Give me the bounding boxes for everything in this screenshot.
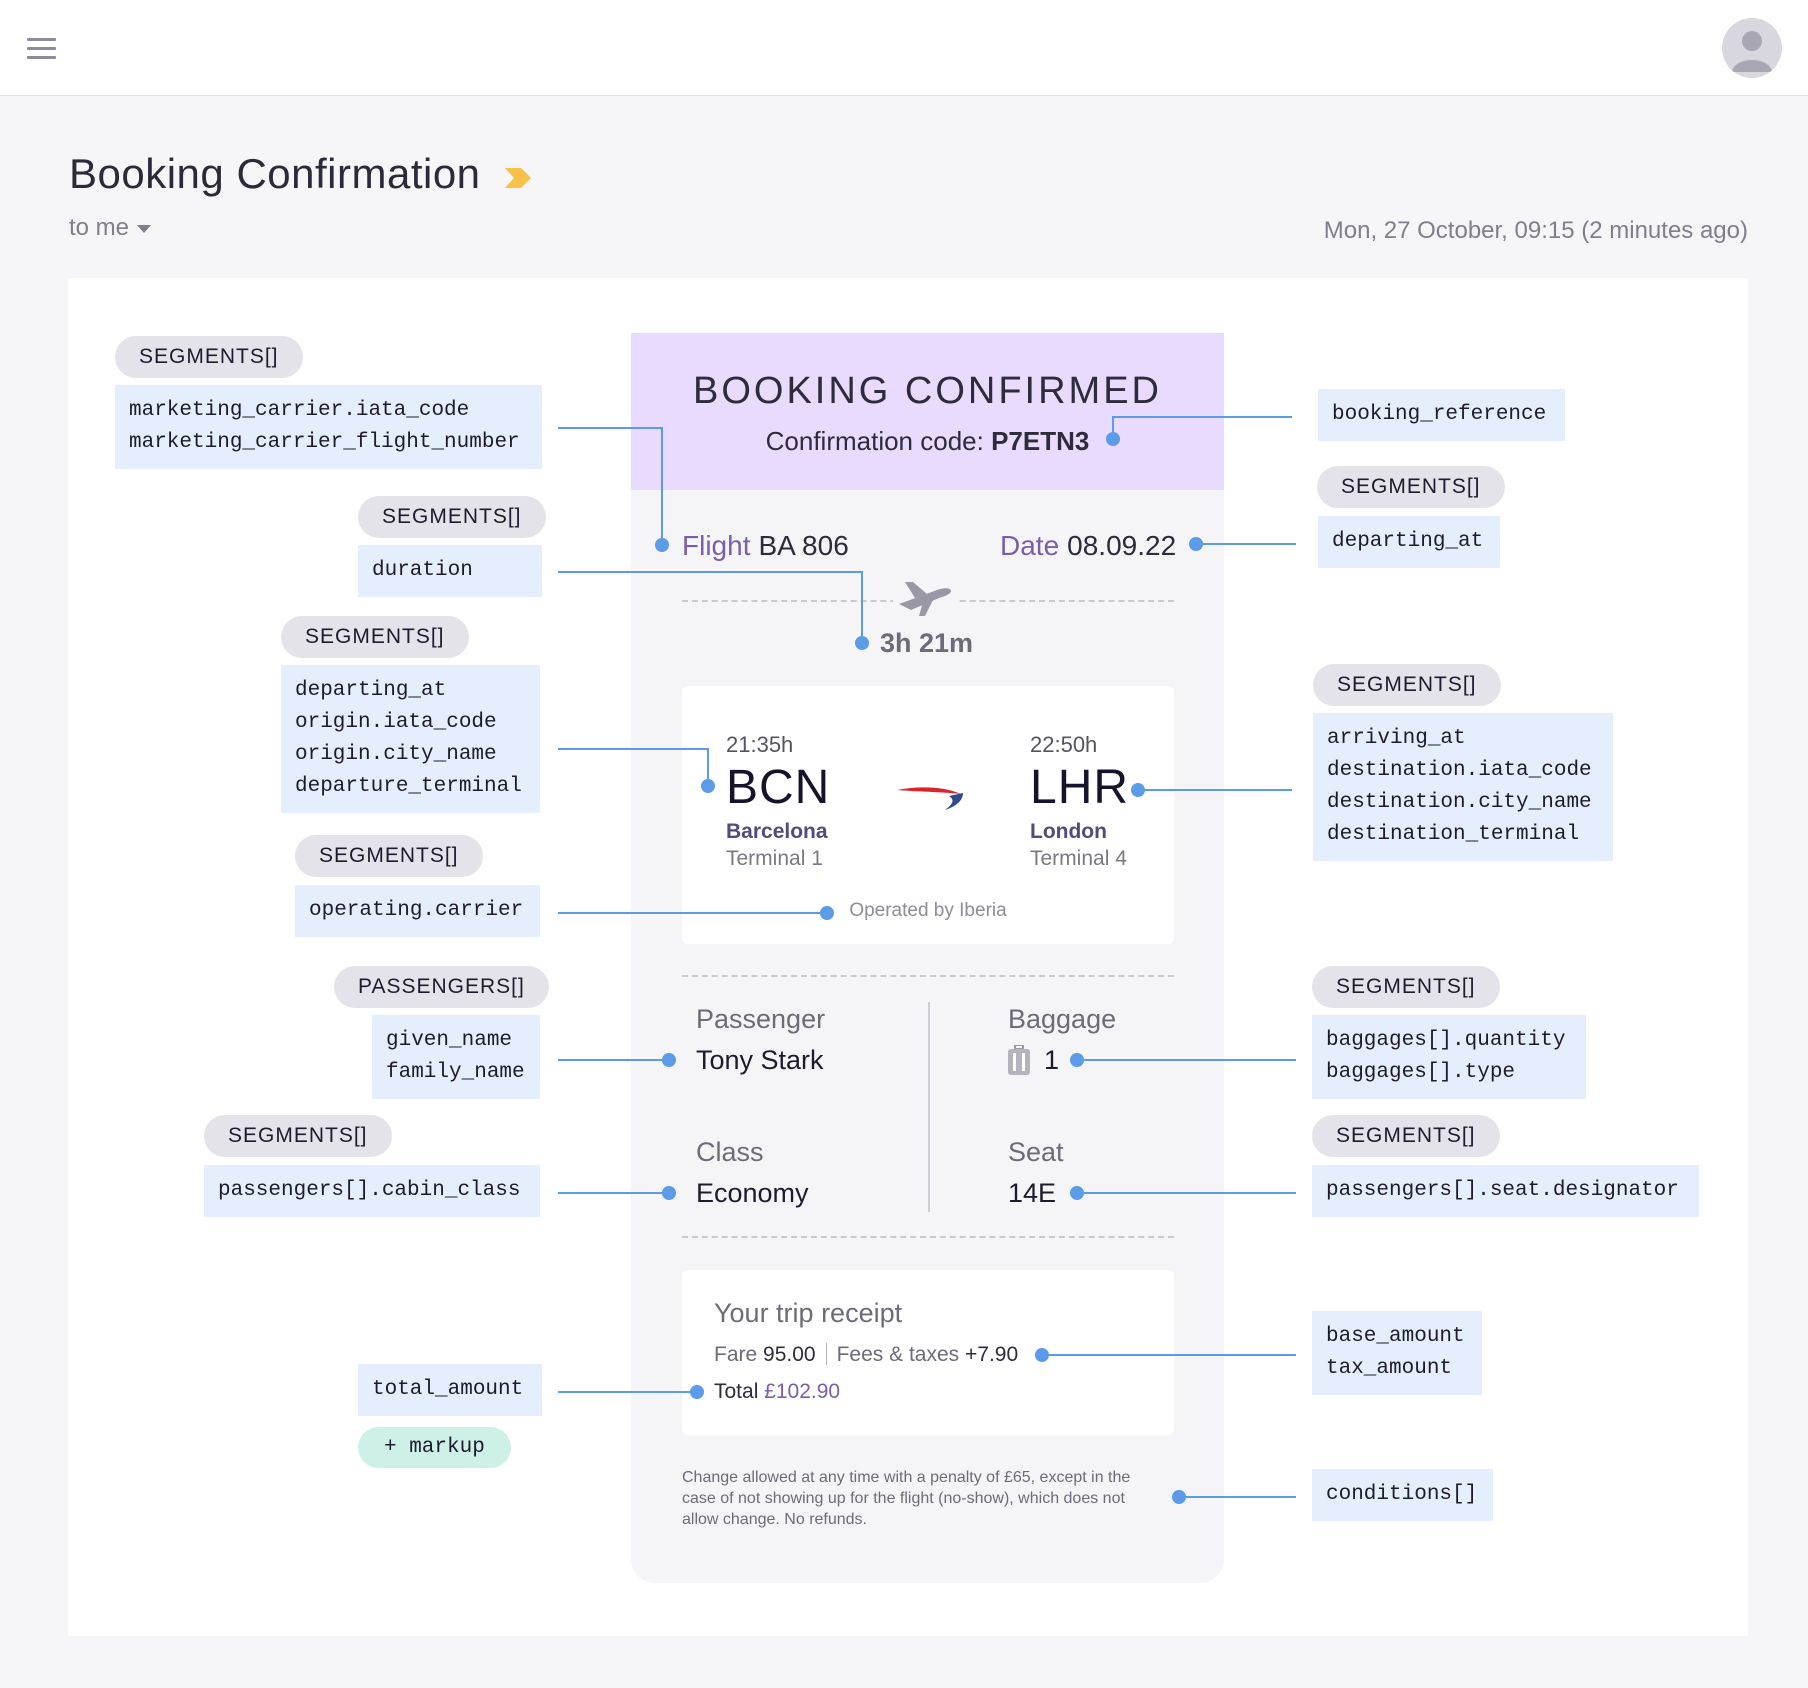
markup-tag: + markup — [358, 1427, 511, 1468]
seat-designator-field: passengers[].seat.designator — [1312, 1165, 1699, 1217]
segments-tag: SEGMENTS[] — [1317, 466, 1505, 508]
segments-tag: SEGMENTS[] — [295, 835, 483, 877]
destination-fields: arriving_at destination.iata_code destin… — [1313, 713, 1613, 861]
segments-tag: SEGMENTS[] — [358, 496, 546, 538]
passengers-tag: PASSENGERS[] — [334, 966, 549, 1008]
operating-carrier-field: operating.carrier — [295, 885, 540, 937]
segments-tag: SEGMENTS[] — [281, 616, 469, 658]
segments-tag: SEGMENTS[] — [1313, 664, 1501, 706]
origin-fields: departing_at origin.iata_code origin.cit… — [281, 665, 540, 813]
segments-tag: SEGMENTS[] — [1312, 1115, 1500, 1157]
conditions-field: conditions[] — [1312, 1469, 1493, 1521]
segments-tag: SEGMENTS[] — [1312, 966, 1500, 1008]
carrier-fields: marketing_carrier.iata_code marketing_ca… — [115, 385, 542, 469]
total-amount-field: total_amount — [358, 1364, 542, 1416]
duration-field: duration — [358, 545, 542, 597]
baggage-fields: baggages[].quantity baggages[].type — [1312, 1015, 1586, 1099]
segments-tag: SEGMENTS[] — [204, 1115, 392, 1157]
amount-fields: base_amount tax_amount — [1312, 1311, 1482, 1395]
segments-tag: SEGMENTS[] — [115, 336, 303, 378]
passenger-name-fields: given_name family_name — [372, 1015, 540, 1099]
departing-at-field: departing_at — [1318, 516, 1500, 568]
cabin-class-field: passengers[].cabin_class — [204, 1165, 540, 1217]
booking-reference-field: booking_reference — [1318, 389, 1565, 441]
